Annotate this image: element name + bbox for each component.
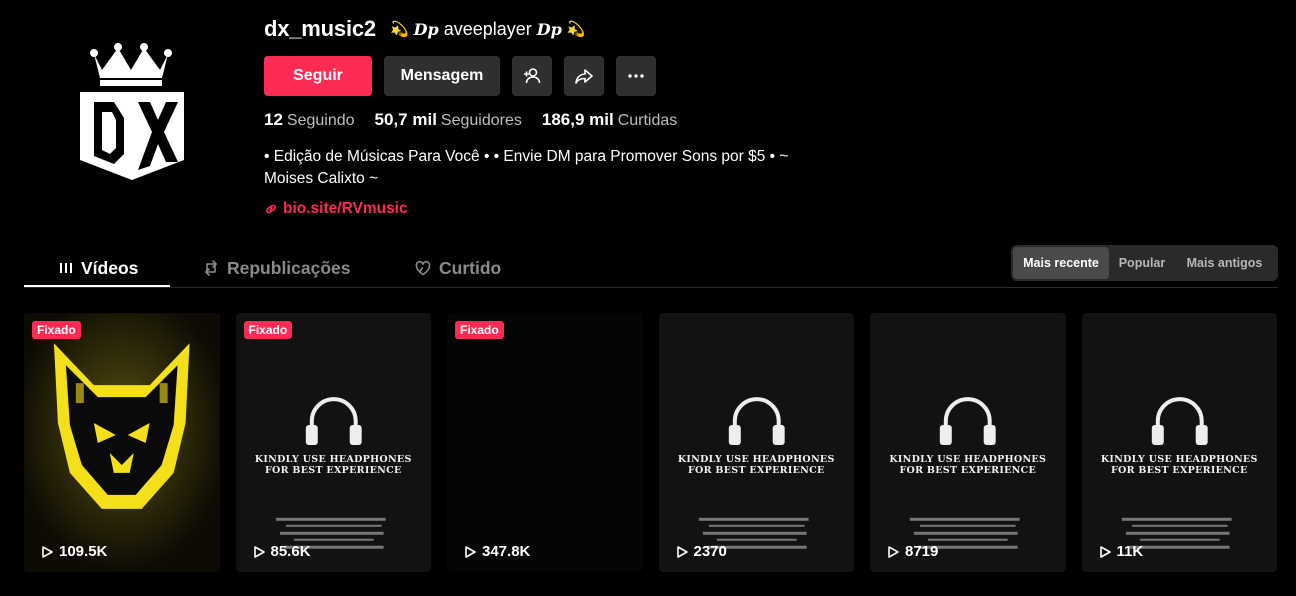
thumbnail-caption: FOR BEST EXPERIENCE [265, 465, 402, 476]
thumbnail-caption: FOR BEST EXPERIENCE [1111, 465, 1248, 476]
view-count: 109.5K [40, 543, 107, 560]
message-button[interactable]: Mensagem [384, 56, 500, 96]
stat-label: Seguidores [440, 112, 522, 129]
headphones-thumbnail [1081, 313, 1277, 572]
link-icon [266, 204, 276, 214]
active-tab-indicator [24, 285, 170, 287]
tab-label: Republicações [227, 257, 351, 278]
sort-oldest[interactable]: Mais antigos [1175, 247, 1274, 279]
more-button[interactable] [616, 56, 656, 96]
headphones-thumbnail [658, 313, 854, 572]
profile-stats: 12 Seguindo 50,7 mil Seguidores 186,9 mil C… [264, 110, 677, 130]
bio-link-text: bio.site/RVmusic [283, 200, 408, 217]
view-count-value: 2370 [693, 543, 727, 560]
play-icon [465, 545, 476, 558]
video-grid: Fixado 109.5K KINDLY USE HEADPHONES FOR … [24, 313, 1277, 572]
video-card[interactable]: KINDLY USE HEADPHONES FOR BEST EXPERIENC… [1081, 313, 1277, 572]
sort-newest[interactable]: Mais recente [1013, 247, 1109, 279]
play-icon [42, 545, 53, 558]
tab-reposts[interactable]: Republicações [202, 248, 351, 288]
tab-liked[interactable]: Curtido [414, 248, 501, 288]
view-count: 11K [1098, 543, 1144, 560]
view-count-value: 347.8K [482, 543, 531, 560]
video-card[interactable]: Fixado 109.5K [24, 313, 220, 572]
username: dx_music2 [264, 16, 376, 41]
view-count-value: 109.5K [59, 543, 108, 560]
share-button[interactable] [564, 56, 604, 96]
repost-icon [205, 260, 217, 276]
stat-likes: 186,9 mil Curtidas [542, 110, 677, 130]
view-count: 8719 [886, 543, 938, 560]
stat-label: Seguindo [286, 112, 355, 129]
add-user-icon [524, 68, 541, 84]
pinned-badge: Fixado [455, 321, 504, 339]
thumbnail-caption: FOR BEST EXPERIENCE [688, 465, 825, 476]
stat-count: 50,7 mil [374, 110, 437, 129]
avatar[interactable] [72, 40, 190, 190]
thumbnail-caption: FOR BEST EXPERIENCE [899, 465, 1036, 476]
sparkle-icon: 💫 [566, 21, 586, 38]
thumbnail-caption: KINDLY USE HEADPHONES [677, 454, 835, 465]
profile-actions: Seguir Mensagem [264, 56, 656, 96]
heart-hidden-icon [415, 260, 431, 276]
view-count: 2370 [675, 543, 727, 560]
tab-videos[interactable]: Vídeos [58, 248, 138, 288]
play-icon [888, 545, 899, 558]
bio-line: Moises Calixto ~ [264, 170, 379, 187]
sparkle-icon: 💫 [389, 21, 409, 38]
view-count: 347.8K [463, 543, 530, 560]
bio-link[interactable]: bio.site/RVmusic [264, 200, 408, 218]
nickname-symbol: Dp [536, 19, 562, 39]
video-card[interactable]: KINDLY USE HEADPHONES FOR BEST EXPERIENC… [870, 313, 1066, 572]
thumbnail-caption: KINDLY USE HEADPHONES [1100, 454, 1258, 465]
view-count: 85.6K [252, 543, 311, 560]
video-card[interactable]: KINDLY USE HEADPHONES FOR BEST EXPERIENC… [235, 313, 431, 572]
play-icon [1099, 545, 1111, 558]
nickname-symbol: Dp [413, 19, 439, 39]
video-thumbnail [24, 313, 220, 572]
add-friend-button[interactable] [512, 56, 552, 96]
grid-bars-icon [60, 263, 72, 273]
pinned-badge: Fixado [243, 321, 293, 339]
nickname: 💫 Dp aveeplayer Dp 💫 [390, 19, 586, 40]
more-icon [628, 74, 644, 78]
follow-button[interactable]: Seguir [264, 56, 372, 96]
bio-line: • Edição de Músicas Para Você • • Envie … [264, 148, 789, 165]
video-card[interactable]: KINDLY USE HEADPHONES FOR BEST EXPERIENC… [658, 313, 854, 572]
view-count-value: 85.6K [270, 543, 311, 560]
tab-label: Vídeos [81, 257, 139, 278]
headphones-thumbnail [235, 313, 431, 572]
play-icon [676, 545, 688, 558]
view-count-value: 8719 [905, 543, 939, 560]
stat-followers[interactable]: 50,7 mil Seguidores [375, 110, 522, 130]
stat-label: Curtidas [617, 112, 678, 129]
pinned-badge: Fixado [32, 321, 81, 339]
sort-popular[interactable]: Popular [1109, 247, 1175, 279]
share-icon [575, 69, 593, 84]
profile-bio: • Edição de Músicas Para Você • • Envie … [264, 146, 844, 190]
sort-toggle: Mais recente Popular Mais antigos [1011, 245, 1278, 281]
stat-following[interactable]: 12 Seguindo [264, 110, 355, 130]
nickname-text: aveeplayer [443, 18, 532, 39]
tab-label: Curtido [439, 257, 502, 278]
thumbnail-caption: KINDLY USE HEADPHONES [889, 454, 1047, 465]
play-icon [253, 545, 265, 558]
stat-count: 186,9 mil [541, 110, 614, 129]
video-card[interactable]: Fixado 347.8K [447, 313, 643, 572]
thumbnail-caption: KINDLY USE HEADPHONES [254, 454, 412, 465]
headphones-thumbnail [870, 313, 1066, 572]
stat-count: 12 [264, 110, 283, 129]
view-count-value: 11K [1116, 543, 1144, 560]
profile-header: dx_music2 💫 Dp aveeplayer Dp 💫 [264, 16, 586, 42]
